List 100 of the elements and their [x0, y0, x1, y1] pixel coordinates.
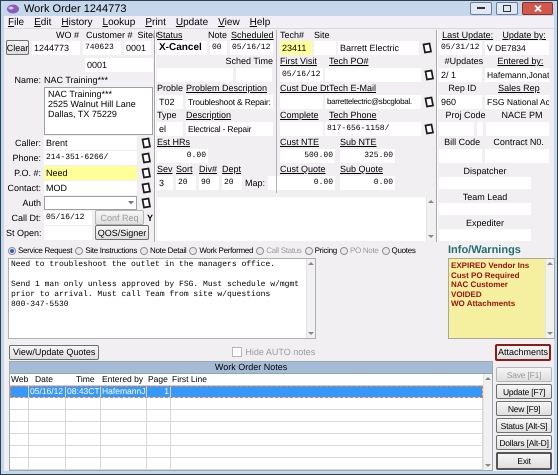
column-header[interactable]: Page [147, 374, 171, 385]
attachments-button[interactable]: Attachments [495, 344, 551, 360]
text-field[interactable]: 05/16/12 [230, 40, 273, 54]
field-link[interactable]: First Visit [280, 56, 327, 66]
text-field[interactable]: 214-351-6266/ [44, 150, 137, 164]
minimize-button[interactable] [470, 2, 492, 16]
text-field[interactable]: 2/ 1 [439, 68, 482, 82]
text-field[interactable]: 1244773 [32, 40, 80, 54]
text-field[interactable]: 500.00 [280, 148, 335, 162]
scrollbar[interactable] [483, 374, 492, 470]
text-field[interactable]: Barrett Electric [338, 40, 419, 54]
text-field[interactable]: 00 [210, 40, 227, 54]
text-field[interactable]: 0.00 [340, 176, 395, 190]
menu-item[interactable]: Update [176, 16, 208, 28]
text-field[interactable]: X-Cancel [157, 40, 207, 54]
text-field[interactable]: barrettelectric@sbcglobal. [325, 94, 421, 108]
field-link[interactable]: Est HRs [157, 137, 190, 147]
text-field[interactable]: 20 [222, 176, 242, 190]
field-link[interactable]: Sales Rep [498, 83, 540, 93]
text-field[interactable]: 960 [439, 94, 482, 108]
scrollbar[interactable] [545, 259, 554, 338]
action-button[interactable]: QOS/Signer [95, 225, 149, 240]
maximize-icon[interactable] [503, 5, 511, 12]
text-field[interactable]: 0001 [124, 40, 151, 54]
action-button[interactable]: Status [Alt-S] [496, 418, 552, 433]
text-field[interactable]: T02 [157, 94, 183, 108]
app-icon[interactable] [6, 2, 20, 15]
text-field[interactable]: 817-656-1158/ [325, 122, 421, 136]
text-field[interactable]: Troubleshoot & Repair: [186, 94, 273, 108]
field-link[interactable]: Tech E-Mail [329, 83, 376, 93]
close-icon[interactable] [534, 5, 542, 12]
text-field[interactable]: 3 [157, 176, 173, 190]
menu-item[interactable]: History [61, 16, 92, 28]
caret-icon[interactable] [128, 200, 134, 204]
column-header[interactable]: Web [10, 374, 29, 385]
action-button[interactable]: Exit [496, 452, 552, 470]
text-field[interactable]: 0001 [85, 58, 153, 72]
text-field[interactable]: 20 [176, 176, 196, 190]
close-button[interactable] [522, 2, 553, 16]
menu-item[interactable]: Help [250, 16, 270, 28]
text-field[interactable]: Brent [44, 136, 137, 150]
radio-option[interactable]: Site Instructions [75, 246, 138, 255]
field-link[interactable]: Update by: [502, 30, 546, 40]
text-field[interactable]: 90 [199, 176, 219, 190]
field-link[interactable]: Tech PO# [329, 56, 369, 66]
text-field[interactable]: Need [44, 166, 137, 180]
text-field[interactable]: Electrical - Repair [186, 122, 273, 136]
text-field[interactable]: MOD [44, 180, 137, 194]
field-link[interactable]: Cust NTE [280, 137, 338, 147]
menu-item[interactable]: View [218, 16, 240, 28]
menu-item[interactable]: Edit [34, 16, 52, 28]
minimize-icon[interactable] [477, 7, 485, 10]
menu-item[interactable]: File [8, 16, 24, 28]
text-field[interactable]: 05/16/12 [44, 210, 92, 224]
action-button[interactable]: New [F9] [496, 401, 552, 416]
text-field[interactable]: Hafemann,Jonat [485, 68, 549, 82]
field-link[interactable]: Complete [280, 110, 327, 120]
text-field[interactable]: 740623 [83, 40, 121, 54]
text-field[interactable]: 325.00 [340, 148, 395, 162]
text-field[interactable]: V DE7834 [485, 40, 549, 54]
text-field[interactable]: 05/16/12 [280, 68, 323, 82]
text-field[interactable]: 0.00 [280, 176, 335, 190]
field-link[interactable]: Dept [222, 164, 242, 174]
field-link[interactable]: Sub NTE [340, 137, 377, 147]
column-header[interactable]: Time [66, 374, 101, 385]
maximize-button[interactable] [496, 2, 518, 16]
column-header[interactable]: Entered by [101, 374, 147, 385]
notes-field[interactable]: Need to troubleshoot the outlet in the managers office. Send 1 man only unless approved by FSG. Must schedule w/mgmt prior to arrival. Must call Team from site w/questions 800-347-5530 [8, 258, 316, 339]
menu-item[interactable]: Print [145, 16, 166, 28]
radio-option[interactable]: Work Performed [189, 246, 254, 255]
dropdown-field[interactable] [44, 196, 137, 210]
field-link[interactable]: Cust Quote [280, 164, 338, 174]
field-link[interactable]: Sub Quote [340, 164, 384, 174]
address-field[interactable]: NAC Training*** 2525 Walnut Hill Lane Dallas, TX 75229 [44, 87, 153, 135]
column-header[interactable]: Date [29, 374, 66, 385]
radio-option[interactable]: Note Detail [140, 246, 186, 255]
column-header[interactable]: First Line [171, 374, 208, 385]
text-field[interactable]: 23411 [280, 40, 312, 54]
field-link[interactable]: Description [186, 110, 232, 120]
field-link[interactable]: Scheduled [231, 30, 274, 40]
action-button[interactable]: Dollars [Alt-D] [496, 435, 552, 450]
scrollbar[interactable] [306, 259, 315, 338]
field-link[interactable]: Status [157, 30, 205, 40]
quotes-button[interactable]: View/Update Quotes [9, 344, 100, 360]
text-field[interactable]: 05/31/12 [439, 40, 482, 54]
field-link[interactable]: Sev [157, 164, 173, 174]
text-field[interactable]: el [157, 122, 183, 136]
field-link[interactable]: Sort [176, 164, 196, 174]
field-link[interactable]: Div# [199, 164, 219, 174]
field-link[interactable]: Cust Due Dt [280, 83, 327, 93]
radio-option[interactable]: Pricing [304, 246, 337, 255]
radio-option[interactable]: Quotes [382, 246, 416, 255]
clear-button[interactable]: Clear [6, 40, 29, 55]
field-link[interactable]: Problem Description [186, 83, 268, 93]
field-link[interactable]: Tech Phone [329, 110, 377, 120]
text-field[interactable]: 0.00 [157, 148, 208, 162]
field-link[interactable]: Last Update: [442, 30, 494, 40]
action-button[interactable]: Update [F7] [496, 384, 552, 399]
field-link[interactable]: Entered by: [497, 56, 544, 66]
menu-item[interactable]: Lookup [102, 16, 136, 28]
